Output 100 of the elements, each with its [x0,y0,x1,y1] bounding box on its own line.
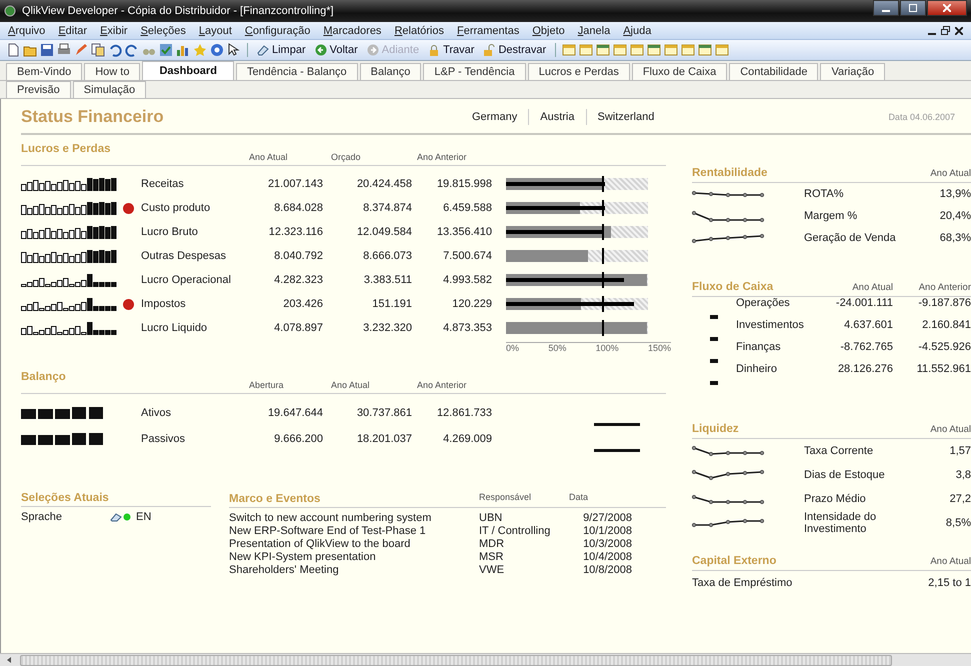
save-icon[interactable] [40,43,54,57]
sparkline-drawing [692,210,764,222]
table-cell-text: 4.873.353 [442,322,493,334]
table-cell-text: 20.424.458 [356,178,412,190]
menu-item[interactable]: Ajuda [623,24,652,36]
column-header: Orçado [331,152,362,164]
menu-item[interactable]: Seleções [140,24,186,36]
sheet-tab[interactable]: Balanço [360,63,422,80]
minimize-button[interactable] [873,0,899,16]
menu-item[interactable]: Marcadores [323,24,382,36]
table-cell-text: VWE [479,564,506,577]
marker-line [594,423,640,426]
menu-item[interactable]: Exibir [100,24,128,36]
table-cell-text: 4.637.601 [843,319,893,331]
section-title: Balanço [21,371,67,383]
sheet-tab[interactable]: Lucros e Perdas [528,63,630,80]
table-cell-text: UBN [479,512,504,525]
sheet-tab[interactable]: How to [84,63,140,80]
sheet-tab[interactable]: Dashboard [142,61,234,80]
redo-icon[interactable] [125,43,139,57]
sparkline-drawing [692,191,764,197]
row-label: ROTA% [804,188,845,200]
sheet-tab[interactable]: Fluxo de Caixa [632,63,728,80]
column-header: Ano Atual [249,152,289,164]
toolbar-button[interactable]: Voltar [312,44,361,56]
sheet-tab[interactable]: Simulação [72,81,146,98]
sheet-icon[interactable] [613,43,628,57]
maximize-icon [909,4,917,12]
close-icon[interactable] [955,26,963,34]
window-title: QlikView Developer - Cópia do Distribuidor - [Finanzcontrolling*] [22,5,335,17]
sheet-icon[interactable] [579,43,594,57]
sheet-icon[interactable] [681,43,696,57]
toolbar-button[interactable]: Travar [425,44,478,56]
menu-item[interactable]: Layout [198,24,232,36]
star-icon[interactable] [193,43,207,57]
menu-item[interactable]: Configuração [244,24,310,36]
row-label: Finanças [736,341,782,353]
checkmark-icon[interactable] [159,43,173,57]
table-cell-text: -9.187.876 [917,297,971,309]
sheet-tab[interactable]: L&P - Tendência [423,63,526,80]
table-cell-text: -8.762.765 [839,341,893,353]
row-label: Investimentos [736,319,805,331]
country-button[interactable]: Switzerland [586,109,666,125]
menu-item[interactable]: Ferramentas [456,24,520,36]
axis-label: 100% [596,343,619,353]
bar-chart-icon[interactable] [176,43,190,57]
table-cell-text: 151.191 [371,298,412,310]
column-header: Ano Anterior [417,152,468,164]
menu-item[interactable]: Editar [58,24,88,36]
column-header: Ano Atual [331,380,371,392]
row-label: Intensidade do Investimento [804,511,878,535]
close-icon [943,4,951,12]
menu-item[interactable]: Objeto [532,24,565,36]
sheet-icon[interactable] [630,43,644,57]
table-cell: 27,2 [950,493,971,505]
menu-item[interactable]: Janela [578,24,610,36]
sparkline-drawing [692,470,764,480]
sheet-tab[interactable]: Variação [820,63,886,80]
eraser-icon [257,44,269,56]
new-document-icon[interactable] [6,43,20,57]
help-icon[interactable] [210,43,224,57]
country-button[interactable]: Austria [529,109,586,125]
horizontal-scrollbar[interactable] [0,653,971,666]
section-title: Rentabilidade [692,167,768,179]
section-title: Lucros e Perdas [21,143,112,155]
copy-icon[interactable] [91,43,105,57]
table-cell-text: IT / Controlling [479,525,552,538]
sheet-icon[interactable] [664,43,678,57]
toolbar-button[interactable]: Destravar [480,44,550,56]
row-label: Taxa de Empréstimo [692,577,792,589]
sheet-icon[interactable] [562,43,576,57]
eraser-icon[interactable] [110,512,132,522]
undo-icon[interactable] [108,43,122,57]
sheet-icon[interactable] [647,43,662,57]
menu-item[interactable]: Arquivo [8,24,46,36]
sheet-icon[interactable] [715,43,730,57]
sheet-icon[interactable] [698,43,712,57]
sheet-icon[interactable] [596,43,610,57]
table-cell-text: 13.356.410 [436,226,493,238]
table-cell-text: 7.500.674 [442,250,493,262]
maximize-button[interactable] [900,0,926,16]
unlocked-icon [483,44,496,56]
sheet-tab[interactable]: Previsão [6,81,71,98]
scroll-left-icon[interactable] [6,657,12,663]
sparkline-drawing [692,234,764,242]
table-cell-text: Presentation of QlikView to the board [229,538,412,551]
sheet-tab[interactable]: Tendência - Balanço [236,63,358,80]
country-button[interactable]: Germany [461,109,530,125]
restore-icon[interactable] [941,26,950,35]
menu-item[interactable]: Relatórios [394,24,444,36]
toolbar-button[interactable]: Limpar [254,44,309,56]
sheet-tab[interactable]: Bem-Vindo [6,63,82,80]
scroll-thumb[interactable] [20,654,892,666]
sheet-tab[interactable]: Contabilidade [729,63,818,80]
close-button[interactable] [927,0,967,16]
row-label: Dinheiro [736,363,778,375]
table-cell: 20,4% [940,210,971,222]
edit-icon[interactable] [74,43,88,57]
print-icon[interactable] [57,43,71,57]
column-header: Data [569,492,590,504]
